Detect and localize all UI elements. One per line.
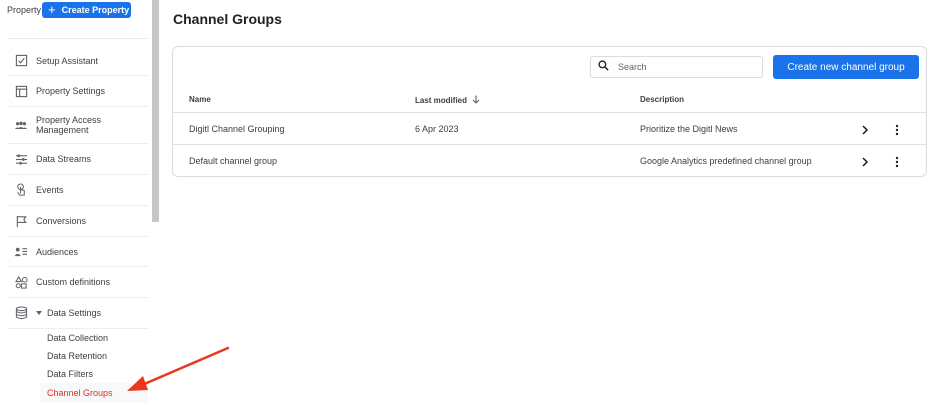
- sidebar-item-label: Property Settings: [36, 86, 106, 96]
- search-icon: [598, 58, 609, 76]
- sidebar-subitem-data-filters[interactable]: Data Filters: [47, 369, 93, 379]
- flag-icon: [14, 214, 28, 228]
- sidebar-item-label: Audiences: [36, 246, 79, 257]
- row-last-modified: 6 Apr 2023: [415, 124, 459, 134]
- create-channel-group-button[interactable]: Create new channel group: [773, 55, 919, 79]
- create-property-label: Create Property: [61, 5, 130, 15]
- sidebar-item-label: Custom definitions: [36, 277, 111, 287]
- sidebar-item-data-streams[interactable]: Data Streams: [8, 144, 148, 175]
- sidebar-scrollbar[interactable]: [152, 0, 159, 222]
- sidebar-item-property-access-management[interactable]: Property Access Management: [8, 107, 148, 144]
- sidebar-subitem-channel-groups[interactable]: Channel Groups: [47, 388, 113, 398]
- property-label: Property: [7, 5, 42, 15]
- touch-icon: [14, 183, 28, 197]
- search-input[interactable]: [618, 62, 748, 72]
- row-description: Google Analytics predefined channel grou…: [640, 156, 812, 166]
- sidebar-divider: [8, 38, 148, 39]
- people-icon: [14, 118, 28, 132]
- row-description: Prioritize the Digitl News: [640, 124, 738, 134]
- row-name: Default channel group: [189, 156, 278, 166]
- sidebar-item-label: Setup Assistant: [36, 55, 99, 66]
- checklist-icon: [14, 54, 28, 68]
- row-divider: [173, 144, 926, 145]
- sidebar-item-custom-definitions[interactable]: Custom definitions: [8, 267, 148, 298]
- sidebar-item-label: Conversions: [36, 216, 87, 226]
- caret-down-icon: [36, 311, 42, 315]
- sidebar-item-conversions[interactable]: Conversions: [8, 206, 148, 237]
- row-divider: [173, 112, 926, 113]
- sort-arrow-down-icon: [472, 95, 480, 106]
- page-title: Channel Groups: [173, 11, 282, 27]
- column-header-label: Last modified: [415, 96, 468, 105]
- streams-icon: [14, 152, 28, 166]
- column-header-last-modified[interactable]: Last modified: [415, 95, 480, 106]
- channel-groups-card: Create new channel group Name Last modif…: [172, 46, 927, 177]
- sidebar-item-label: Property Access Management: [36, 115, 102, 135]
- more-vert-icon[interactable]: [891, 123, 903, 136]
- property-settings-icon: [14, 84, 28, 98]
- sidebar-subitem-data-collection[interactable]: Data Collection: [47, 333, 108, 343]
- more-vert-icon[interactable]: [891, 155, 903, 168]
- column-header-name[interactable]: Name: [189, 95, 211, 104]
- sidebar-item-setup-assistant[interactable]: Setup Assistant: [8, 46, 148, 76]
- database-icon: [14, 306, 28, 320]
- sidebar-item-label: Data Settings: [47, 308, 102, 318]
- sidebar-item-property-settings[interactable]: Property Settings: [8, 76, 148, 107]
- create-property-button[interactable]: + Create Property: [42, 2, 131, 18]
- sidebar: Property + Create Property Setup Assista…: [0, 0, 160, 408]
- property-header: Property + Create Property: [0, 0, 150, 22]
- sidebar-subitem-data-retention[interactable]: Data Retention: [47, 351, 107, 361]
- sidebar-item-data-settings[interactable]: Data Settings: [8, 298, 148, 329]
- sidebar-item-label: Events: [36, 185, 64, 195]
- search-box[interactable]: [590, 56, 763, 78]
- chevron-right-icon[interactable]: [859, 123, 871, 135]
- sidebar-item-label: Data Streams: [36, 154, 92, 164]
- audience-icon: [14, 245, 28, 259]
- column-header-description[interactable]: Description: [640, 95, 684, 104]
- sidebar-item-events[interactable]: Events: [8, 175, 148, 206]
- chevron-right-icon[interactable]: [859, 155, 871, 167]
- shapes-icon: [14, 275, 28, 289]
- sidebar-item-audiences[interactable]: Audiences: [8, 237, 148, 267]
- plus-icon: +: [48, 2, 56, 17]
- row-name: Digitl Channel Grouping: [189, 124, 285, 134]
